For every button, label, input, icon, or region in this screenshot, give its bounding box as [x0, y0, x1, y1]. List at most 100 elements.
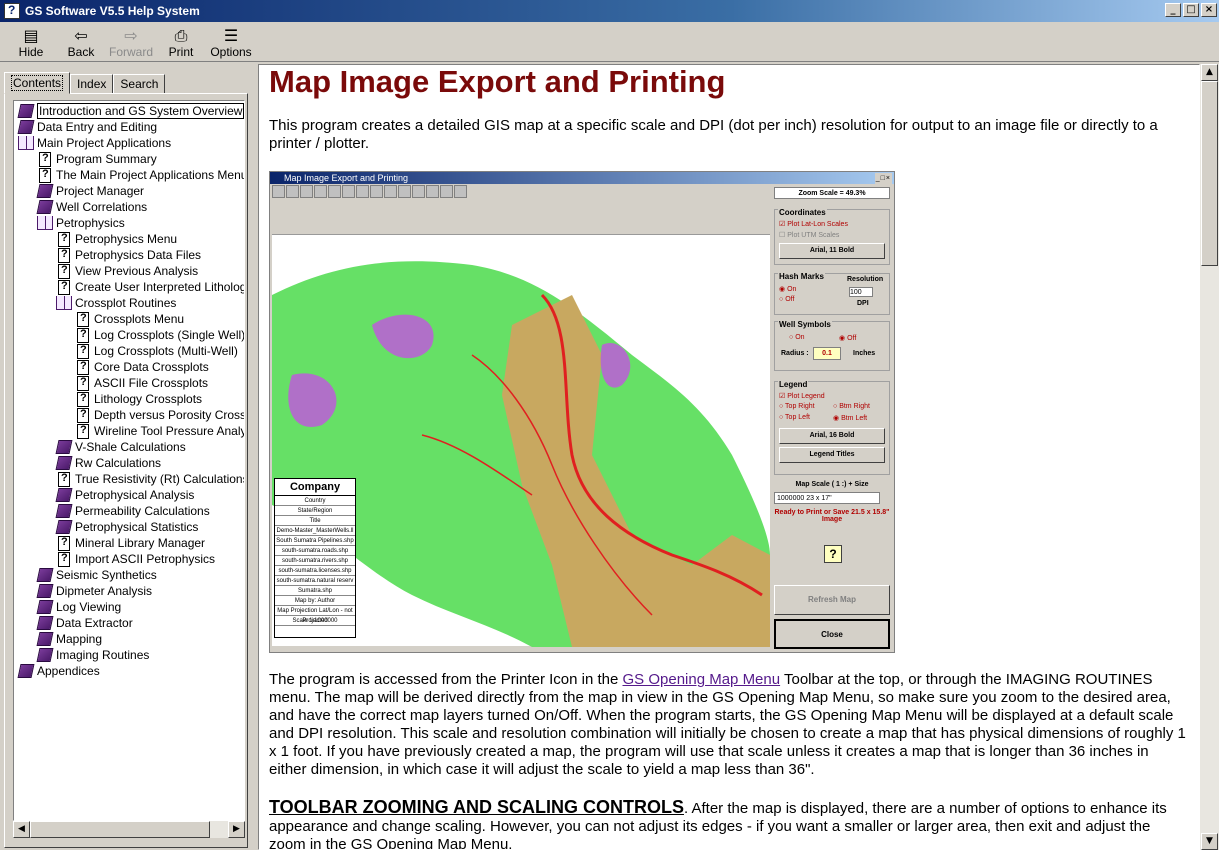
tree-item[interactable]: V-Shale Calculations: [55, 439, 186, 455]
well-on-radio[interactable]: On: [795, 334, 804, 341]
tree-item[interactable]: Crossplots Menu: [75, 311, 184, 327]
options-icon: ☰: [223, 26, 239, 45]
radius-input[interactable]: 0.1: [813, 347, 841, 360]
help-icon[interactable]: ?: [824, 545, 842, 563]
tree-item[interactable]: Permeability Calculations: [55, 503, 210, 519]
tree-item[interactable]: Lithology Crossplots: [75, 391, 202, 407]
tree-item[interactable]: Mineral Library Manager: [56, 535, 205, 551]
help-page-icon: [77, 343, 89, 359]
tree-item[interactable]: Project Manager: [36, 183, 144, 199]
tree-item[interactable]: Create User Interpreted Lithology: [56, 279, 245, 295]
forward-button[interactable]: ⇨ Forward: [106, 23, 156, 61]
tree-item-label: Lithology Crossplots: [94, 392, 203, 406]
help-toolbar: ▤ Hide ⇦ Back ⇨ Forward ⎙ Print ☰ Options: [0, 22, 1219, 62]
scroll-up-icon[interactable]: ▲: [1201, 64, 1218, 81]
tree-item[interactable]: Crossplot Routines: [56, 295, 176, 311]
tree-item-label: Data Extractor: [56, 616, 133, 630]
tree-horizontal-scrollbar[interactable]: ◀ ▶: [13, 821, 245, 838]
refresh-map-button[interactable]: Refresh Map: [774, 585, 890, 615]
help-page-icon: [58, 535, 70, 551]
tree-item[interactable]: The Main Project Applications Menu: [37, 167, 244, 183]
tree-item[interactable]: Log Viewing: [36, 599, 122, 615]
tab-search[interactable]: Search: [113, 74, 166, 94]
maximize-button[interactable]: □: [1183, 3, 1199, 17]
intro-paragraph: This program creates a detailed GIS map …: [269, 117, 1158, 152]
tree-item[interactable]: Log Crossplots (Single Well): [75, 327, 244, 343]
tree-item[interactable]: Depth versus Porosity Crossplots: [75, 407, 244, 423]
ready-status: Ready to Print or Save 21.5 x 15.8" Imag…: [774, 509, 890, 523]
tree-item[interactable]: Petrophysical Statistics: [55, 519, 198, 535]
plot-utm-checkbox[interactable]: Plot UTM Scales: [787, 232, 839, 239]
tree-item[interactable]: Mapping: [36, 631, 102, 647]
book-icon: [36, 200, 54, 214]
tree-item[interactable]: Dipmeter Analysis: [36, 583, 152, 599]
tree-item[interactable]: ASCII File Crossplots: [75, 375, 208, 391]
gs-opening-map-menu-link[interactable]: GS Opening Map Menu: [623, 671, 781, 688]
content-vertical-scrollbar[interactable]: ▲ ▼: [1200, 64, 1219, 850]
tree-item[interactable]: Data Entry and Editing: [17, 119, 157, 135]
screenshot-close-button[interactable]: Close: [774, 619, 890, 649]
tree-item[interactable]: Petrophysics Menu: [56, 231, 177, 247]
legend-row: Map Projection Lat/Lon - not Projected: [275, 606, 355, 624]
tree-item[interactable]: Petrophysics: [37, 215, 125, 231]
hash-on-radio[interactable]: On: [787, 286, 796, 293]
hash-off-radio[interactable]: Off: [785, 296, 794, 303]
tree-item[interactable]: Import ASCII Petrophysics: [56, 551, 215, 567]
tree-item[interactable]: Appendices: [17, 663, 100, 679]
plot-latlon-checkbox[interactable]: Plot Lat-Lon Scales: [787, 221, 848, 228]
options-button[interactable]: ☰ Options: [206, 23, 256, 61]
tree-item[interactable]: Core Data Crossplots: [75, 359, 209, 375]
tree-item[interactable]: Imaging Routines: [36, 647, 149, 663]
resolution-label: Resolution: [847, 276, 884, 283]
resolution-select[interactable]: 100: [849, 287, 873, 297]
scroll-thumb[interactable]: [30, 821, 210, 838]
tree-item-label: True Resistivity (Rt) Calculations: [75, 472, 245, 486]
tree-item[interactable]: Log Crossplots (Multi-Well): [75, 343, 238, 359]
help-page-icon: [77, 375, 89, 391]
scroll-left-icon[interactable]: ◀: [13, 821, 30, 838]
tree-item[interactable]: Main Project Applications: [18, 135, 171, 151]
page-title: Map Image Export and Printing: [269, 64, 726, 99]
tree-item[interactable]: Petrophysical Analysis: [55, 487, 194, 503]
map-scale-select[interactable]: 1000000 23 x 17": [774, 492, 880, 504]
map-view: Company Country State/Region Title Demo-Mas…: [272, 200, 770, 650]
scroll-down-icon[interactable]: ▼: [1201, 833, 1218, 850]
tree-item[interactable]: Program Summary: [37, 151, 157, 167]
close-button[interactable]: ×: [1201, 3, 1217, 17]
contents-tree[interactable]: Introduction and GS System Overview Data …: [13, 100, 245, 821]
plot-legend-checkbox[interactable]: Plot Legend: [787, 393, 824, 400]
toolbar-section-paragraph: TOOLBAR ZOOMING AND SCALING CONTROLS. Af…: [269, 797, 1167, 850]
legend-font-button[interactable]: Arial, 16 Bold: [779, 428, 885, 444]
hide-button[interactable]: ▤ Hide: [6, 23, 56, 61]
content-scroll-thumb[interactable]: [1201, 81, 1218, 266]
tree-item[interactable]: View Previous Analysis: [56, 263, 198, 279]
tree-item[interactable]: True Resistivity (Rt) Calculations: [56, 471, 245, 487]
tree-item-label: Create User Interpreted Lithology: [75, 280, 245, 294]
open-book-icon: [56, 296, 72, 310]
map-tool-icon: [370, 185, 383, 198]
tree-item[interactable]: Petrophysics Data Files: [56, 247, 201, 263]
scroll-right-icon[interactable]: ▶: [228, 821, 245, 838]
legend-row: south-sumatra.natural reserv: [275, 578, 355, 586]
help-page-icon: [58, 247, 70, 263]
tree-item[interactable]: Seismic Synthetics: [36, 567, 157, 583]
legend-btm-left-radio[interactable]: Btm Left: [841, 415, 867, 422]
tree-item[interactable]: Well Correlations: [36, 199, 147, 215]
back-button[interactable]: ⇦ Back: [56, 23, 106, 61]
tab-index[interactable]: Index: [70, 74, 114, 94]
tree-item[interactable]: Wireline Tool Pressure Analysis: [75, 423, 244, 439]
well-off-radio[interactable]: Off: [847, 335, 856, 342]
legend-top-left-radio[interactable]: Top Left: [785, 414, 810, 421]
legend-row: Scale 1:1000000: [275, 616, 355, 626]
tree-item[interactable]: Rw Calculations: [55, 455, 161, 471]
minimize-button[interactable]: _: [1165, 3, 1181, 17]
legend-btm-right-radio[interactable]: Btm Right: [839, 403, 870, 410]
tree-item[interactable]: Data Extractor: [36, 615, 133, 631]
legend-top-right-radio[interactable]: Top Right: [785, 403, 815, 410]
tree-item-label: Log Viewing: [56, 600, 122, 614]
coord-font-button[interactable]: Arial, 11 Bold: [779, 243, 885, 259]
tab-contents[interactable]: Contents: [4, 72, 71, 94]
legend-titles-button[interactable]: Legend Titles: [779, 447, 885, 463]
tree-item[interactable]: Introduction and GS System Overview: [17, 103, 244, 119]
print-button[interactable]: ⎙ Print: [156, 23, 206, 61]
